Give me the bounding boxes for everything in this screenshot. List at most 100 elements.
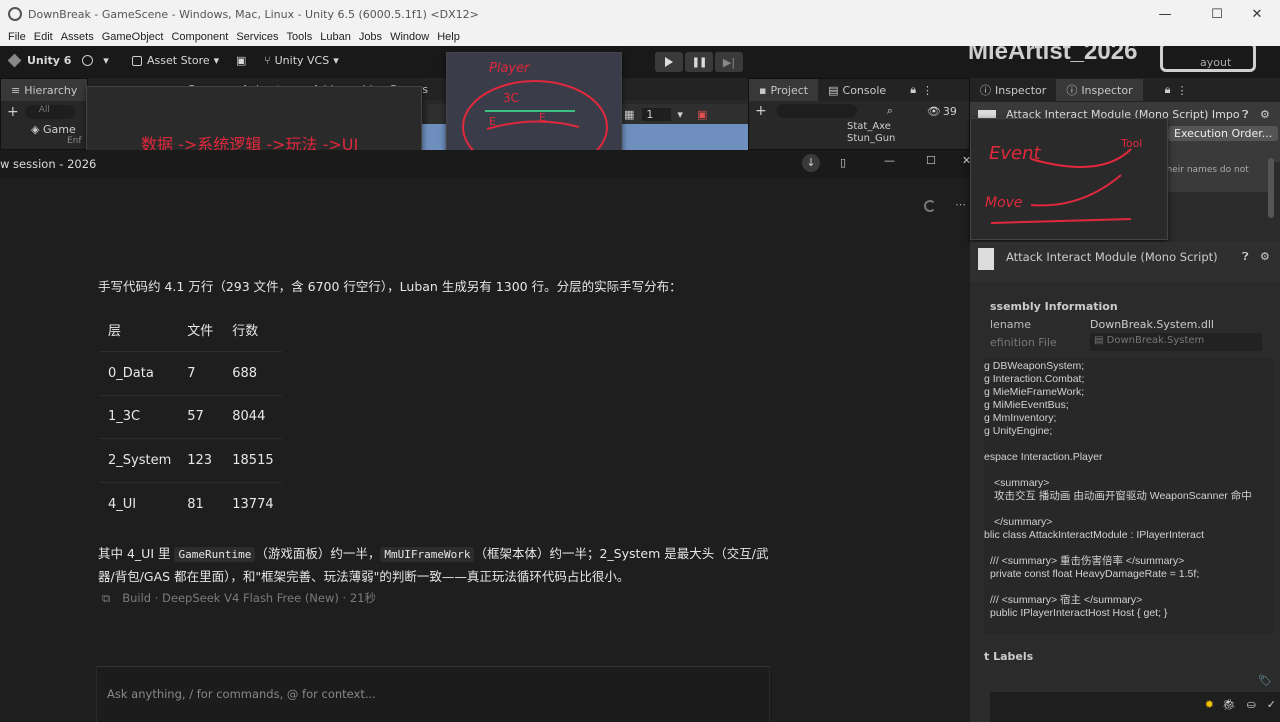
menu-edit[interactable]: Edit (34, 31, 53, 43)
menu-jobs[interactable]: Jobs (359, 31, 382, 43)
project-search-input[interactable] (776, 104, 857, 118)
code-line: 攻击交互 播动画 由动画开窗驱动 WeaponScanner 命中 (994, 490, 1252, 502)
project-list: Stat_Axe Stun_Gun (749, 121, 969, 145)
settings-icon[interactable]: ⚙︎ (1260, 250, 1270, 263)
filter-icon[interactable]: ⌕ (887, 104, 893, 118)
warning-box: their names do not (1160, 162, 1270, 192)
menu-window[interactable]: Window (390, 31, 429, 43)
pause-button[interactable]: ❚❚ (685, 52, 713, 72)
table-cell: 7 (179, 351, 225, 396)
window-title: DownBreak - GameScene - Windows, Mac, Li… (28, 7, 479, 21)
check-icon[interactable]: ✓ (1267, 698, 1276, 711)
menu-help[interactable]: Help (437, 31, 460, 43)
add-icon[interactable]: + (7, 104, 19, 120)
help-icon[interactable]: ❓︎ (1242, 108, 1249, 122)
account-dropdown[interactable]: ▾ (82, 54, 109, 67)
col-header: 文件 (179, 308, 225, 352)
sidebar-toggle-icon[interactable]: ▯ (840, 156, 846, 169)
copy-icon[interactable]: ⧉ (102, 591, 110, 606)
package-icon[interactable]: ▣ (236, 54, 246, 67)
hierarchy-child[interactable]: Enf (1, 136, 87, 146)
tag-icon[interactable]: 🏷︎ (1258, 674, 1272, 687)
minimize-icon[interactable]: — (884, 154, 895, 167)
search-input[interactable]: All (24, 105, 75, 119)
execution-order-button[interactable]: Execution Order... (1168, 126, 1279, 141)
asset-store-dropdown[interactable]: Asset Store ▾ (132, 54, 219, 67)
unity-vcs-dropdown[interactable]: ⑂ Unity VCS ▾ (264, 54, 339, 67)
minimize-button[interactable]: — (1142, 0, 1188, 28)
table-cell: 688 (224, 351, 282, 396)
summary-line-2: 器/背包/GAS 都在里面），和"框架完善、玩法薄弱"的判断一致——真正玩法循环… (98, 569, 630, 584)
inline-code: GameRuntime (174, 547, 256, 562)
close-button[interactable]: ✕ (1234, 0, 1280, 28)
maximize-icon[interactable]: ☐ (926, 154, 936, 167)
lock-icon[interactable]: 🔒︎ (910, 83, 916, 97)
sketch-title: Player (489, 61, 530, 76)
unity-cube-icon (7, 53, 22, 68)
lighting-icon[interactable]: ✹ (1205, 698, 1214, 711)
table-cell: 13774 (232, 496, 274, 512)
play-button[interactable] (655, 52, 683, 72)
inspector-scrollbar[interactable] (1268, 158, 1274, 218)
chevron-down-icon: ▾ (213, 54, 220, 67)
sketch-mid: 3C (503, 91, 520, 105)
message-meta: ⧉ Build · DeepSeek V4 Flash Free (New) ·… (102, 590, 376, 606)
gizmo-icon[interactable]: ▣ (697, 108, 707, 121)
chat-input[interactable]: Ask anything, / for commands, @ for cont… (96, 666, 770, 722)
sketch-right: E (539, 111, 546, 124)
status-bar: ✹ 🐞︎ ⛀ ✓ (990, 692, 1280, 722)
tab-inspector-1[interactable]: ⓘ Inspector (970, 79, 1056, 101)
menu-assets[interactable]: Assets (61, 31, 94, 43)
hierarchy-root[interactable]: ◈ Game (1, 123, 87, 136)
chat-input-placeholder: Ask anything, / for commands, @ for cont… (107, 687, 376, 701)
more-icon[interactable]: ⋮ (922, 84, 933, 97)
table-cell: 1_3C (100, 395, 180, 439)
menu-gameobject[interactable]: GameObject (102, 31, 164, 43)
list-item[interactable]: Stat_Axe (847, 121, 969, 133)
help-icon[interactable]: ❓︎ (1242, 250, 1249, 264)
step-button[interactable]: ▶| (715, 52, 743, 72)
window-titlebar: DownBreak - GameScene - Windows, Mac, Li… (0, 0, 1280, 28)
menu-tools[interactable]: Tools (287, 31, 313, 43)
tab-hierarchy[interactable]: ≡ Hierarchy (1, 79, 88, 101)
annotation-card-right: Event Tool Move (970, 118, 1168, 240)
code-line: public IPlayerInteractHost Host { get; } (990, 607, 1168, 619)
add-icon[interactable]: + (755, 103, 767, 119)
chevron-down-icon[interactable]: ▾ (677, 108, 683, 121)
filename-label: lename (990, 318, 1032, 331)
script-file-icon (978, 248, 994, 270)
unity-logo-icon (8, 7, 22, 21)
menu-services[interactable]: Services (236, 31, 278, 43)
menu-luban[interactable]: Luban (320, 31, 351, 43)
project-toolbar: + ⌕ 👁︎ 39 (749, 101, 969, 121)
snap-value[interactable]: 1 (642, 107, 672, 121)
table-header: 层 文件 行数 (100, 308, 282, 352)
list-icon: ≡ (11, 83, 21, 97)
grid-icon[interactable]: ▦ (624, 108, 634, 121)
definition-file-field[interactable]: ▤ DownBreak.System (1090, 333, 1262, 351)
code-line: /// <summary> 重击伤害倍率 </summary> (990, 555, 1185, 567)
settings-icon[interactable]: ⚙︎ (1260, 108, 1270, 121)
tab-inspector-2[interactable]: ⓘ Inspector (1056, 79, 1143, 101)
list-item[interactable]: Stun_Gun (847, 133, 969, 145)
download-icon[interactable]: ↓ (802, 154, 820, 172)
summary-text: 其中 4_UI 里 GameRuntime （游戏面板）约一半， MmUIFrame… (98, 543, 768, 588)
menu-component[interactable]: Component (171, 31, 228, 43)
tab-console[interactable]: ▤ Console (818, 79, 896, 101)
user-icon (82, 55, 93, 66)
layout-dropdown[interactable]: ayout (1200, 56, 1231, 69)
debug-icon[interactable]: 🐞︎ (1222, 698, 1236, 711)
cache-icon[interactable]: ⛀ (1247, 698, 1256, 711)
lock-icon[interactable]: 🔒︎ (1165, 83, 1171, 97)
unity-account-menu[interactable]: Unity 6 (7, 53, 71, 68)
inspector-panel: ⓘ Inspector ⓘ Inspector 🔒︎ ⋮ Attack Inte… (970, 78, 1280, 722)
more-options-icon[interactable]: ⋯ (955, 198, 966, 211)
more-icon[interactable]: ⋮ (1176, 84, 1187, 97)
code-line: g MmInventory; (984, 412, 1057, 424)
menu-file[interactable]: File (8, 31, 26, 43)
code-line: g UnityEngine; (984, 425, 1053, 437)
table-cell: 18515 (224, 438, 282, 483)
tab-project[interactable]: ▪ Project (749, 79, 819, 101)
visibility-icon[interactable]: 👁︎ (927, 105, 941, 118)
